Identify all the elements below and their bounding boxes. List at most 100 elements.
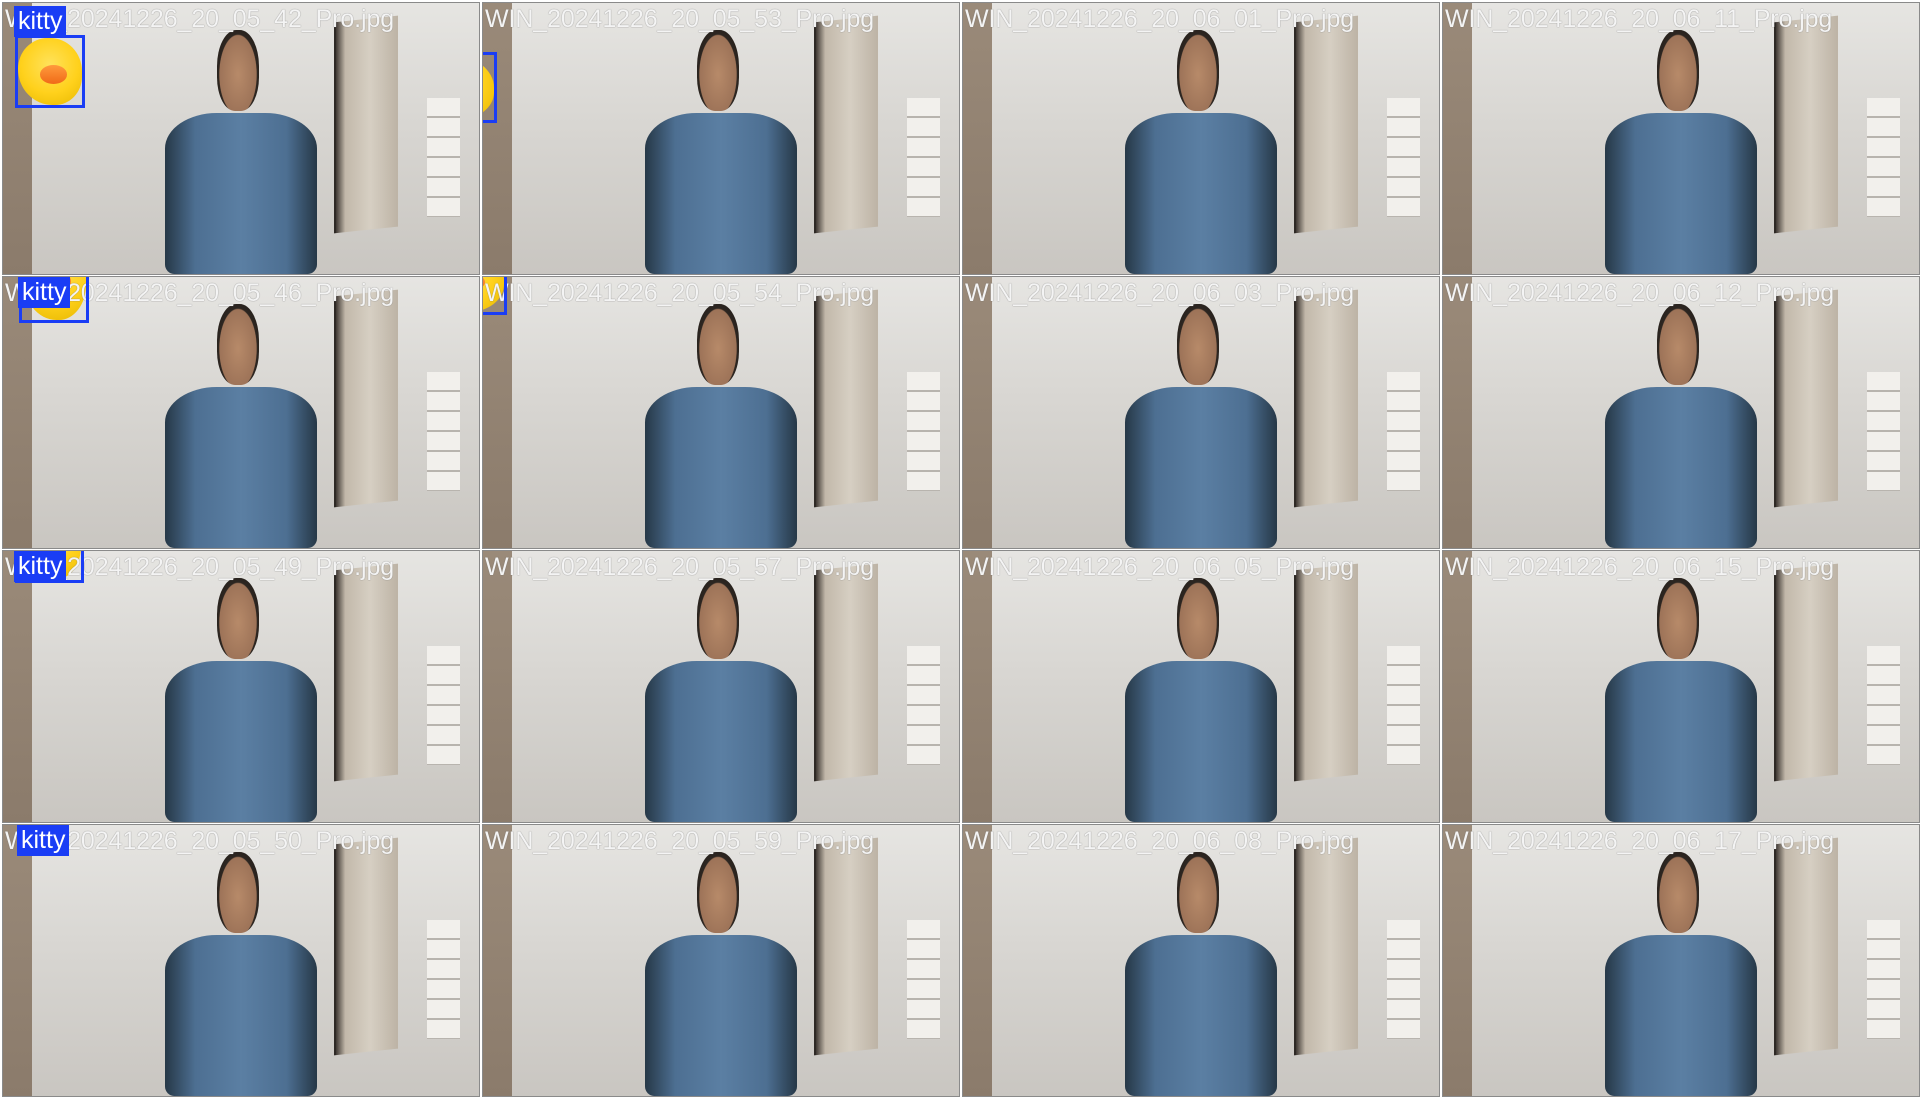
- wall-edge: [963, 3, 992, 274]
- detection-label: kitty: [18, 277, 71, 308]
- image-tile: WIN_20241226_20_06_11_Pro.jpgkitty: [1442, 2, 1920, 275]
- door: [1294, 15, 1359, 234]
- wall-edge: [1443, 277, 1472, 548]
- person: [1124, 578, 1278, 822]
- wall-edge: [963, 825, 992, 1096]
- wall-edge: [1443, 551, 1472, 822]
- shelf: [906, 371, 940, 492]
- person: [644, 304, 798, 548]
- shelf: [1386, 919, 1420, 1040]
- person-shirt: [644, 661, 798, 822]
- person-head: [1176, 852, 1220, 933]
- image-tile: WIN_20241226_20_06_01_Pro.jpgkitty: [962, 2, 1440, 275]
- photo-scene: [963, 3, 1439, 274]
- person-shirt: [164, 387, 318, 548]
- photo-scene: [963, 277, 1439, 548]
- shelf: [1866, 645, 1900, 766]
- person-head: [696, 852, 740, 933]
- image-filename: WIN_20241226_20_05_53_Pro.jpg: [485, 5, 875, 33]
- person-shirt: [644, 935, 798, 1096]
- wall-edge: [483, 551, 512, 822]
- door: [1294, 837, 1359, 1056]
- door: [1294, 289, 1359, 508]
- person-shirt: [1604, 113, 1758, 274]
- image-tile: WIN_20241226_20_06_08_Pro.jpgkitty: [962, 824, 1440, 1097]
- person-head: [1176, 304, 1220, 385]
- person-head: [1656, 30, 1700, 111]
- shelf: [906, 645, 940, 766]
- image-filename: WIN_20241226_20_06_15_Pro.jpg: [1445, 553, 1835, 581]
- person: [164, 304, 318, 548]
- image-filename: WIN_20241226_20_05_59_Pro.jpg: [485, 827, 875, 855]
- image-filename: WIN_20241226_20_06_11_Pro.jpg: [1445, 5, 1833, 33]
- wall-edge: [3, 825, 32, 1096]
- image-tile: WIN_20241226_20_05_53_Pro.jpgkitty: [482, 2, 960, 275]
- door: [814, 289, 879, 508]
- wall-edge: [963, 277, 992, 548]
- image-tile: WIN_20241226_20_05_54_Pro.jpgkitty: [482, 276, 960, 549]
- person-head: [1656, 304, 1700, 385]
- person: [644, 852, 798, 1096]
- shelf: [1866, 919, 1900, 1040]
- person-shirt: [644, 387, 798, 548]
- shelf: [1386, 371, 1420, 492]
- image-tile: WIN_20241226_20_05_49_Pro.jpg kitty: [2, 550, 480, 823]
- person: [1604, 304, 1758, 548]
- image-tile: WIN_20241226_20_05_59_Pro.jpgkitty: [482, 824, 960, 1097]
- detection-label: kitty: [17, 825, 70, 856]
- person-head: [216, 30, 260, 111]
- person: [1124, 30, 1278, 274]
- image-filename: WIN_20241226_20_06_12_Pro.jpg: [1445, 279, 1835, 307]
- image-filename: WIN_20241226_20_06_08_Pro.jpg: [965, 827, 1355, 855]
- person: [1604, 30, 1758, 274]
- detection-box: [15, 35, 85, 108]
- image-tile: WIN_20241226_20_06_05_Pro.jpgkitty: [962, 550, 1440, 823]
- person-head: [1656, 578, 1700, 659]
- person-shirt: [644, 113, 798, 274]
- image-tile: WIN_20241226_20_06_12_Pro.jpgkitty: [1442, 276, 1920, 549]
- photo-scene: [1443, 825, 1919, 1096]
- image-filename: WIN_20241226_20_06_05_Pro.jpg: [965, 553, 1355, 581]
- photo-scene: [963, 551, 1439, 822]
- shelf: [1866, 371, 1900, 492]
- detection-label: kitty: [14, 551, 67, 582]
- photo-scene: [483, 551, 959, 822]
- person-shirt: [1124, 387, 1278, 548]
- photo-scene: [3, 551, 479, 822]
- detection-mosaic: WIN_20241226_20_05_42_Pro.jpg kitty WIN_20…: [0, 0, 1920, 1100]
- person: [164, 30, 318, 274]
- door: [1774, 563, 1839, 782]
- person: [1124, 304, 1278, 548]
- photo-scene: [483, 277, 959, 548]
- person-head: [696, 304, 740, 385]
- door: [814, 837, 879, 1056]
- detection-box: [482, 824, 496, 825]
- wall-edge: [3, 551, 32, 822]
- detection-box: [483, 277, 507, 315]
- image-tile: WIN_20241226_20_05_46_Pro.jpg kitty: [2, 276, 480, 549]
- person-head: [696, 578, 740, 659]
- person-shirt: [164, 661, 318, 822]
- shelf: [1386, 97, 1420, 218]
- shelf: [426, 919, 460, 1040]
- photo-scene: [963, 825, 1439, 1096]
- person-shirt: [1124, 661, 1278, 822]
- person-shirt: [1604, 387, 1758, 548]
- photo-scene: [3, 825, 479, 1096]
- photo-scene: [483, 3, 959, 274]
- door: [1774, 15, 1839, 234]
- person: [644, 30, 798, 274]
- person-shirt: [1604, 935, 1758, 1096]
- person-head: [216, 578, 260, 659]
- photo-scene: [1443, 3, 1919, 274]
- image-filename: WIN_20241226_20_06_01_Pro.jpg: [965, 5, 1355, 33]
- person-head: [216, 304, 260, 385]
- person-shirt: [1604, 661, 1758, 822]
- person-shirt: [1124, 113, 1278, 274]
- shelf: [426, 97, 460, 218]
- photo-scene: [1443, 277, 1919, 548]
- person: [1124, 852, 1278, 1096]
- door: [334, 563, 399, 782]
- photo-scene: [483, 825, 959, 1096]
- image-tile: WIN_20241226_20_06_03_Pro.jpgkitty: [962, 276, 1440, 549]
